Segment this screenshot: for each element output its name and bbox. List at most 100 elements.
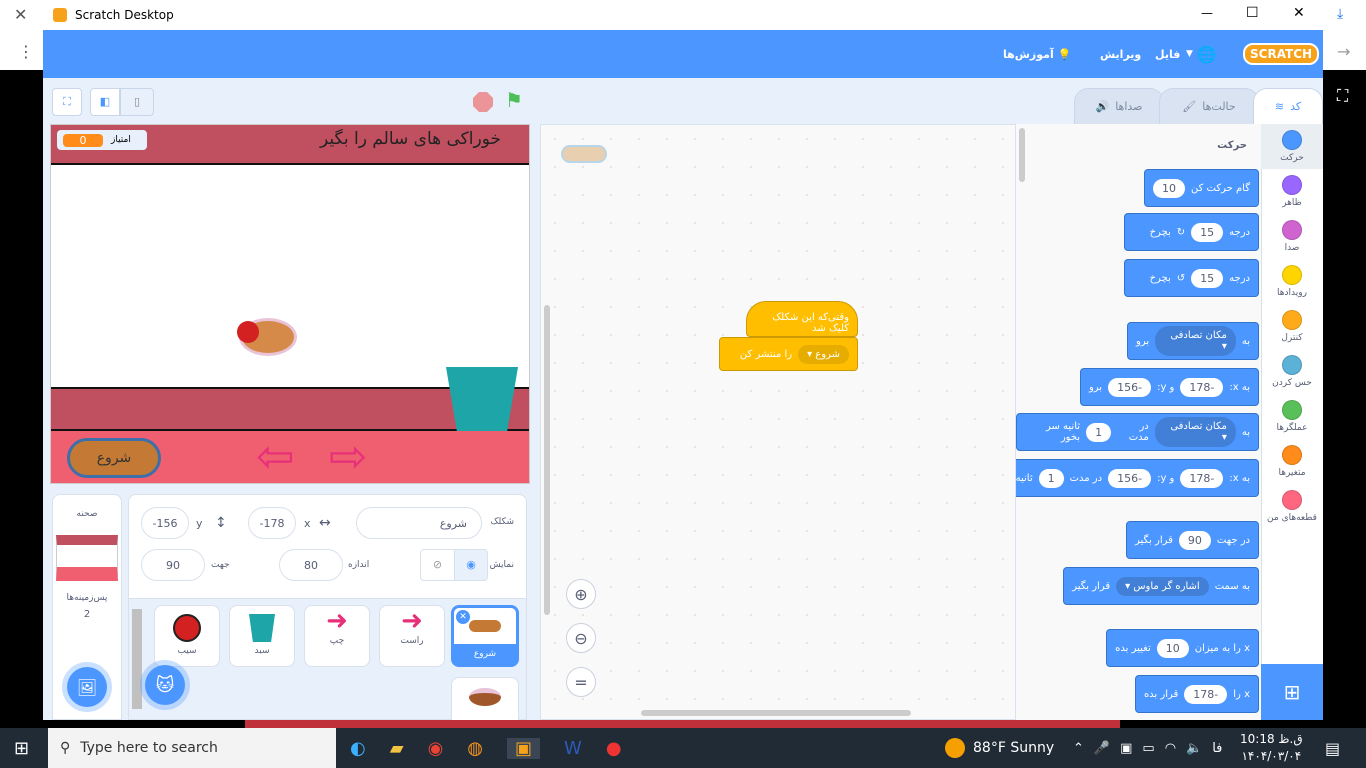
edit-menu[interactable]: ویرایش [1100,30,1141,78]
workspace-hscrollbar[interactable] [641,710,911,716]
block-input[interactable]: -178 [1184,684,1228,704]
wifi-icon[interactable]: ◠ [1165,741,1176,756]
basket-sprite[interactable] [446,367,518,431]
block-input[interactable]: 1 [1038,468,1064,488]
maximize-button[interactable]: ☐ [1246,5,1259,21]
notifications-icon[interactable]: ▤ [1325,728,1340,768]
chevron-up-icon[interactable]: ⌃ [1073,741,1084,756]
point-towards-block[interactable]: به سمت اشاره گر ماوس ▾ قرار بگیر [1063,567,1259,605]
point-in-direction-block[interactable]: در جهت 90 قرار بگیر [1125,521,1259,559]
show-sprite-button[interactable]: ◉ [454,549,488,581]
x-input[interactable]: -178 [248,507,296,539]
block-input[interactable]: -156 [1108,377,1152,397]
zoom-out-button[interactable]: ⊖ [566,623,596,653]
block-input[interactable]: 1 [1086,422,1112,442]
fullscreen-button[interactable]: ⛶ [52,88,82,116]
choose-sprite-button[interactable]: 🐱 [145,665,185,705]
scratch-logo[interactable]: SCRATCH [1243,30,1320,78]
broadcast-dropdown[interactable]: شروع ▾ [798,344,849,364]
block-dropdown[interactable]: اشاره گر ماوس ▾ [1116,576,1209,596]
taskbar-search[interactable]: ⚲ Type here to search [48,728,336,768]
minimize-button[interactable]: — [1201,6,1213,20]
microphone-icon[interactable]: 🎤 [1094,741,1110,756]
volume-icon[interactable]: 🔈 [1186,741,1202,756]
block-input[interactable]: -156 [1108,468,1152,488]
sprite-thumb-apple[interactable]: سیب [154,605,220,667]
fullscreen-icon[interactable]: ⛶ [1337,86,1348,106]
broadcast-block[interactable]: شروع ▾ را منتشر کن [719,337,858,371]
tab-costumes[interactable]: 🖌 حالت‌ها [1159,88,1259,124]
category-1[interactable]: ظاهر [1261,175,1323,208]
close-button[interactable]: ✕ [1293,5,1305,21]
close-icon[interactable]: ✕ [14,5,27,24]
left-arrow-sprite[interactable]: ⇦ [256,429,295,483]
language-indicator[interactable]: فا [1212,741,1222,756]
block-input[interactable]: 90 [1178,530,1211,550]
battery-icon[interactable]: ▭ [1142,741,1154,756]
category-8[interactable]: قطعه‌های من [1261,490,1323,523]
sprite-name-input[interactable]: شروع [356,507,482,539]
green-flag-icon[interactable]: ⚑ [505,88,523,112]
category-6[interactable]: عملگرها [1261,400,1323,433]
forward-icon[interactable]: → [1337,42,1350,61]
chrome-icon[interactable]: ◉ [428,738,444,759]
go-to-xy-block[interactable]: به x: -178 و y: -156 برو [1079,368,1259,406]
choose-backdrop-button[interactable]: 🖼 [67,667,107,707]
sprite-thumb-basket[interactable]: سبد [229,605,295,667]
size-input[interactable]: 80 [279,549,343,581]
go-to-block[interactable]: به مکان تصادفی ▾ برو [1127,322,1259,360]
stage-selector[interactable]: صحنه پس‌زمینه‌ها 2 🖼 [52,494,122,720]
direction-input[interactable]: 90 [141,549,205,581]
weather-widget[interactable]: 88°F Sunny [945,728,1054,768]
clock[interactable]: 10:18 ق.ظ ۱۴۰۴/۰۳/۰۴ [1240,731,1303,765]
category-7[interactable]: متغیرها [1261,445,1323,478]
block-input[interactable]: 15 [1191,268,1224,288]
hide-sprite-button[interactable]: ⊘ [420,549,455,581]
tab-code[interactable]: ≋ کد [1253,88,1323,124]
glide-to-block[interactable]: به مکان تصادفی ▾ در مدت 1 ثانیه سر بخور [1016,413,1259,451]
word-icon[interactable]: W [564,738,582,759]
language-menu[interactable]: ▼ 🌐 [1186,30,1217,78]
palette-scrollbar[interactable] [1019,128,1025,182]
block-dropdown[interactable]: مکان تصادفی ▾ [1155,326,1236,356]
more-icon[interactable]: ⋮ [18,42,34,61]
add-extension-button[interactable]: ⊞ [1261,664,1323,720]
recorder-icon[interactable]: ● [606,738,622,759]
change-x-block[interactable]: x را به میزان 10 تغییر بده [1106,629,1259,667]
move-steps-block[interactable]: گام حرکت کن 10 [1143,169,1259,207]
block-input[interactable]: -178 [1180,468,1224,488]
glide-to-xy-block[interactable]: به x: -178 و y: -156 در مدت 1 ثانیه سر بخ [1016,459,1259,497]
block-input[interactable]: 10 [1152,178,1185,198]
sprite-list-scrollbar[interactable] [132,609,142,709]
block-input[interactable]: 10 [1156,638,1189,658]
download-icon[interactable]: ⤓ [1337,6,1343,22]
apple-sprite[interactable] [237,321,259,343]
category-0[interactable]: حرکت [1261,130,1323,163]
app-orange-icon[interactable]: ◍ [467,738,483,759]
meet-icon[interactable]: ▣ [1120,741,1132,756]
scratch-taskbar-icon[interactable]: ▣ [507,737,541,759]
stage-canvas[interactable]: 0 امتیاز خوراکی های سالم را بگیر شروع ⇦ … [50,124,530,484]
sprite-thumb-left[interactable]: ➜ چپ [304,605,370,667]
y-input[interactable]: -156 [141,507,189,539]
sprite-thumb-donut[interactable] [451,677,519,720]
zoom-in-button[interactable]: ⊕ [566,579,596,609]
when-sprite-clicked-block[interactable]: وقتی‌که این شکلک کلیک شد [746,301,858,337]
zoom-reset-button[interactable]: = [566,667,596,697]
sprite-thumb-start[interactable]: شروع ✕ [451,605,519,667]
set-x-block[interactable]: x را -178 قرار بده [1134,675,1259,713]
file-menu[interactable]: فایل [1155,30,1180,78]
workspace-vscrollbar[interactable] [544,305,550,615]
block-dropdown[interactable]: مکان تصادفی ▾ [1154,417,1236,447]
category-3[interactable]: رویدادها [1261,265,1323,298]
tab-sounds[interactable]: 🔊 صداها [1074,88,1164,124]
right-arrow-sprite[interactable]: ⇨ [329,429,368,483]
category-2[interactable]: صدا [1261,220,1323,253]
large-stage-button[interactable]: ▯ [120,88,154,116]
turn-right-block[interactable]: درجه 15 ↻ بچرخ [1124,213,1259,251]
code-workspace[interactable]: وقتی‌که این شکلک کلیک شد شروع ▾ را منتشر … [540,124,1016,720]
small-stage-button[interactable]: ◧ [90,88,120,116]
start-sprite-button[interactable]: شروع [67,438,161,478]
block-input[interactable]: -178 [1180,377,1224,397]
file-explorer-icon[interactable]: ▰ [390,738,404,759]
